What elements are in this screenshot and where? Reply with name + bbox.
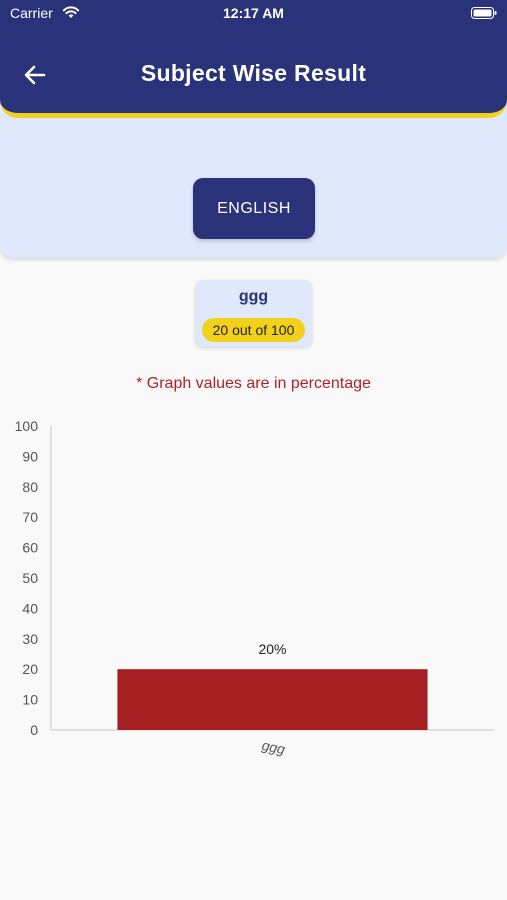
y-tick-label: 40 bbox=[22, 600, 38, 616]
y-tick-label: 30 bbox=[22, 631, 38, 647]
status-time: 12:17 AM bbox=[223, 5, 284, 21]
y-tick-label: 10 bbox=[22, 692, 38, 708]
y-tick-label: 90 bbox=[22, 448, 38, 464]
subject-button-english[interactable]: ENGLISH bbox=[193, 178, 315, 239]
bar-value-label: 20% bbox=[258, 641, 286, 657]
student-name: ggg bbox=[238, 288, 269, 305]
app-header: Carrier 12:17 AM Subject Wise Result bbox=[0, 0, 507, 118]
subject-panel: ENGLISH bbox=[0, 100, 507, 258]
y-tick-label: 80 bbox=[22, 479, 38, 495]
y-tick-label: 70 bbox=[22, 509, 38, 525]
status-bar: Carrier 12:17 AM bbox=[0, 0, 507, 28]
y-tick-label: 60 bbox=[22, 540, 38, 556]
y-tick-label: 50 bbox=[22, 570, 38, 586]
bar-chart: 0 10 20 30 40 50 60 70 80 90 100 20% ggg bbox=[15, 418, 494, 758]
battery-icon bbox=[471, 7, 497, 19]
y-tick-label: 20 bbox=[22, 661, 38, 677]
bar bbox=[117, 669, 428, 730]
score-card: ggg 20 out of 100 bbox=[195, 280, 312, 347]
x-tick-label: ggg bbox=[260, 737, 286, 758]
score-badge: 20 out of 100 bbox=[202, 318, 305, 342]
graph-note: * Graph values are in percentage bbox=[136, 375, 371, 392]
page-title: Subject Wise Result bbox=[140, 60, 367, 86]
y-tick-label: 0 bbox=[30, 722, 38, 738]
y-tick-label: 100 bbox=[15, 418, 39, 434]
